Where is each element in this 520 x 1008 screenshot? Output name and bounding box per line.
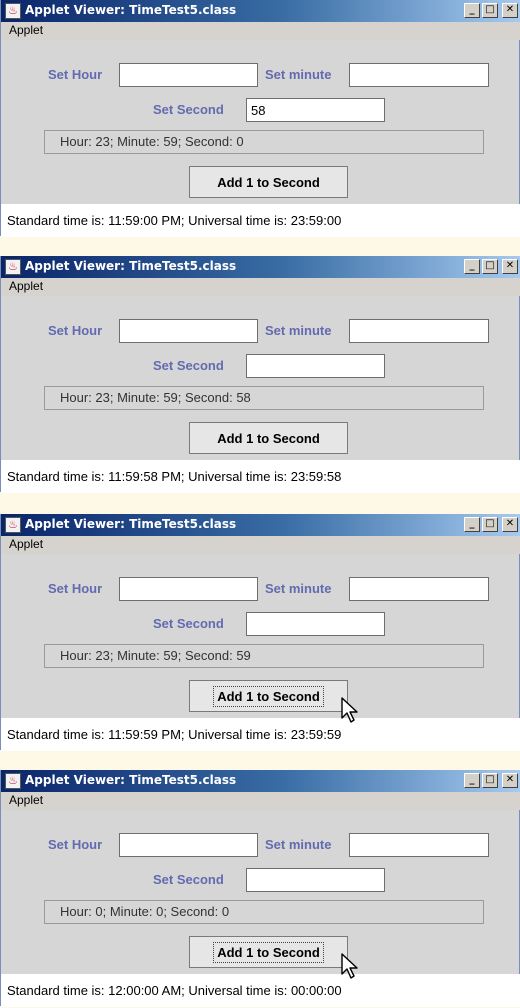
- close-icon: ✕: [505, 4, 515, 15]
- menu-bar: Applet: [1, 22, 520, 40]
- close-button[interactable]: ✕: [502, 517, 518, 532]
- status-bar: Standard time is: 11:59:59 PM; Universal…: [1, 718, 520, 751]
- menu-bar: Applet: [1, 536, 520, 554]
- set-minute-label: Set minute: [265, 837, 332, 852]
- add-second-button[interactable]: Add 1 to Second: [189, 166, 348, 198]
- set-second-label: Set Second: [153, 872, 224, 887]
- set-minute-input[interactable]: [349, 319, 489, 343]
- applet-window-2: ♨ Applet Viewer: TimeTest5.class _ □ ✕ A…: [0, 256, 520, 493]
- set-hour-label: Set Hour: [48, 837, 103, 852]
- set-second-input[interactable]: [246, 612, 385, 636]
- java-applet-icon: ♨: [5, 773, 21, 789]
- applet-window-1: ♨ Applet Viewer: TimeTest5.class _ □ ✕ A…: [0, 0, 520, 237]
- time-output-field: Hour: 0; Minute: 0; Second: 0: [44, 900, 484, 924]
- set-hour-input[interactable]: [119, 833, 258, 857]
- set-second-input[interactable]: [246, 354, 385, 378]
- set-minute-label: Set minute: [265, 581, 332, 596]
- minimize-button[interactable]: _: [464, 259, 480, 274]
- maximize-icon: □: [485, 260, 495, 271]
- close-button[interactable]: ✕: [502, 773, 518, 788]
- add-second-button-label: Add 1 to Second: [213, 685, 324, 707]
- mouse-pointer-icon: [341, 953, 358, 979]
- title-bar[interactable]: ♨ Applet Viewer: TimeTest5.class _ □ ✕: [1, 770, 520, 792]
- close-button[interactable]: ✕: [502, 3, 518, 18]
- applet-window-3: ♨ Applet Viewer: TimeTest5.class _ □ ✕ A…: [0, 514, 520, 751]
- title-bar[interactable]: ♨ Applet Viewer: TimeTest5.class _ □ ✕: [1, 514, 520, 536]
- add-second-button[interactable]: Add 1 to Second: [189, 422, 348, 454]
- applet-window-4: ♨ Applet Viewer: TimeTest5.class _ □ ✕ A…: [0, 770, 520, 1007]
- minimize-icon: _: [469, 260, 475, 271]
- time-output-field: Hour: 23; Minute: 59; Second: 59: [44, 644, 484, 668]
- menu-bar: Applet: [1, 278, 520, 296]
- maximize-button[interactable]: □: [482, 773, 498, 788]
- menu-applet[interactable]: Applet: [9, 279, 43, 293]
- add-second-button-label: Add 1 to Second: [217, 430, 320, 446]
- mouse-pointer-icon: [341, 697, 358, 723]
- title-bar[interactable]: ♨ Applet Viewer: TimeTest5.class _ □ ✕: [1, 256, 520, 278]
- add-second-button[interactable]: Add 1 to Second: [189, 936, 348, 968]
- set-second-label: Set Second: [153, 102, 224, 117]
- window-title: Applet Viewer: TimeTest5.class: [25, 773, 237, 787]
- close-button[interactable]: ✕: [502, 259, 518, 274]
- add-second-button-label: Add 1 to Second: [213, 941, 324, 963]
- set-hour-input[interactable]: [119, 577, 258, 601]
- maximize-icon: □: [485, 4, 495, 15]
- java-applet-icon: ♨: [5, 517, 21, 533]
- set-hour-label: Set Hour: [48, 323, 103, 338]
- set-second-input[interactable]: [246, 98, 385, 122]
- set-second-label: Set Second: [153, 358, 224, 373]
- set-second-input[interactable]: [246, 868, 385, 892]
- window-title: Applet Viewer: TimeTest5.class: [25, 517, 237, 531]
- set-hour-label: Set Hour: [48, 67, 103, 82]
- maximize-button[interactable]: □: [482, 259, 498, 274]
- set-hour-input[interactable]: [119, 63, 258, 87]
- status-bar: Standard time is: 12:00:00 AM; Universal…: [1, 974, 520, 1007]
- java-applet-icon: ♨: [5, 259, 21, 275]
- set-minute-input[interactable]: [349, 577, 489, 601]
- menu-applet[interactable]: Applet: [9, 793, 43, 807]
- time-output-field: Hour: 23; Minute: 59; Second: 0: [44, 130, 484, 154]
- window-title: Applet Viewer: TimeTest5.class: [25, 259, 237, 273]
- set-hour-input[interactable]: [119, 319, 258, 343]
- close-icon: ✕: [505, 774, 515, 785]
- set-hour-label: Set Hour: [48, 581, 103, 596]
- menu-bar: Applet: [1, 792, 520, 810]
- set-minute-label: Set minute: [265, 67, 332, 82]
- menu-applet[interactable]: Applet: [9, 23, 43, 37]
- maximize-button[interactable]: □: [482, 3, 498, 18]
- maximize-icon: □: [485, 774, 495, 785]
- time-output-field: Hour: 23; Minute: 59; Second: 58: [44, 386, 484, 410]
- maximize-button[interactable]: □: [482, 517, 498, 532]
- minimize-button[interactable]: _: [464, 3, 480, 18]
- set-second-label: Set Second: [153, 616, 224, 631]
- title-bar[interactable]: ♨ Applet Viewer: TimeTest5.class _ □ ✕: [1, 0, 520, 22]
- set-minute-input[interactable]: [349, 63, 489, 87]
- set-minute-label: Set minute: [265, 323, 332, 338]
- status-bar: Standard time is: 11:59:00 PM; Universal…: [1, 204, 520, 237]
- minimize-icon: _: [469, 4, 475, 15]
- minimize-button[interactable]: _: [464, 517, 480, 532]
- status-bar: Standard time is: 11:59:58 PM; Universal…: [1, 460, 520, 493]
- minimize-button[interactable]: _: [464, 773, 480, 788]
- add-second-button[interactable]: Add 1 to Second: [189, 680, 348, 712]
- close-icon: ✕: [505, 518, 515, 529]
- close-icon: ✕: [505, 260, 515, 271]
- java-applet-icon: ♨: [5, 3, 21, 19]
- minimize-icon: _: [469, 518, 475, 529]
- menu-applet[interactable]: Applet: [9, 537, 43, 551]
- set-minute-input[interactable]: [349, 833, 489, 857]
- window-title: Applet Viewer: TimeTest5.class: [25, 3, 237, 17]
- maximize-icon: □: [485, 518, 495, 529]
- add-second-button-label: Add 1 to Second: [217, 174, 320, 190]
- minimize-icon: _: [469, 774, 475, 785]
